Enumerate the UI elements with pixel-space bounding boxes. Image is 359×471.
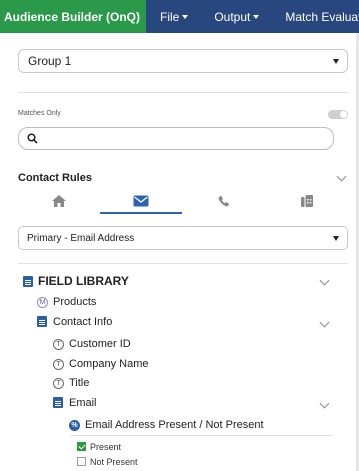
dropdown-arrow-icon <box>333 58 339 64</box>
envelope-icon <box>133 195 149 207</box>
phone-icon <box>218 196 229 207</box>
matches-only-label: Matches Only <box>18 110 61 117</box>
contact-rules-title: Contact Rules <box>18 172 92 184</box>
percent-field-icon: % <box>69 420 80 431</box>
divider <box>18 263 348 264</box>
field-library-title: FIELD LIBRARY <box>38 274 129 288</box>
tree-item-customer-id[interactable]: Customer ID <box>69 338 131 350</box>
contact-rule-select[interactable]: Primary - Email Address <box>18 226 348 250</box>
folder-icon <box>23 276 33 287</box>
match-evaluation-menu[interactable]: Match Evaluati <box>285 0 359 33</box>
chevron-down-icon <box>182 14 189 19</box>
top-menu-bar: Audience Builder (OnQ) File Output Match… <box>0 0 359 33</box>
tab-fax[interactable] <box>266 188 348 214</box>
tree-item-products[interactable]: Products <box>53 296 96 308</box>
file-menu-label: File <box>160 9 180 24</box>
home-icon <box>52 195 66 207</box>
tree-item-email-present[interactable]: Email Address Present / Not Present <box>85 419 264 431</box>
divider <box>18 92 348 93</box>
tree-item-title[interactable]: Title <box>69 377 89 389</box>
not-present-label: Not Present <box>90 457 138 467</box>
tree-item-contact-info[interactable]: Contact Info <box>53 316 112 328</box>
chevron-down-icon <box>253 14 260 19</box>
chevron-down-icon[interactable] <box>336 171 347 182</box>
folder-icon <box>53 397 63 408</box>
output-menu[interactable]: Output <box>214 0 260 33</box>
text-field-icon: T <box>53 339 64 350</box>
not-present-checkbox[interactable] <box>77 457 86 466</box>
present-label: Present <box>90 442 122 452</box>
fax-icon <box>301 195 313 207</box>
group-select[interactable]: Group 1 <box>18 49 348 73</box>
tree-item-company-name[interactable]: Company Name <box>69 358 148 370</box>
chevron-down-icon[interactable] <box>319 317 330 328</box>
app-title: Audience Builder (OnQ) <box>0 0 146 33</box>
tab-phone[interactable] <box>183 188 265 214</box>
divider <box>70 435 332 436</box>
tab-home[interactable] <box>18 188 100 214</box>
output-menu-label: Output <box>214 9 251 24</box>
chevron-down-icon[interactable] <box>319 275 330 286</box>
matches-only-toggle[interactable] <box>328 110 348 119</box>
chevron-down-icon[interactable] <box>319 398 330 409</box>
group-select-value: Group 1 <box>28 54 72 68</box>
contact-rule-select-value: Primary - Email Address <box>27 232 135 244</box>
file-menu[interactable]: File <box>160 0 189 33</box>
folder-icon <box>37 316 47 327</box>
match-evaluation-menu-label: Match Evaluati <box>285 9 359 24</box>
dropdown-arrow-icon <box>333 235 339 241</box>
text-field-icon: T <box>53 359 64 370</box>
tree-item-email[interactable]: Email <box>69 397 97 409</box>
tab-email[interactable] <box>100 188 182 214</box>
measure-icon: M <box>37 297 48 308</box>
search-icon <box>27 133 38 144</box>
text-field-icon: T <box>53 378 64 389</box>
present-checkbox[interactable] <box>77 442 86 451</box>
search-input[interactable] <box>18 127 334 150</box>
